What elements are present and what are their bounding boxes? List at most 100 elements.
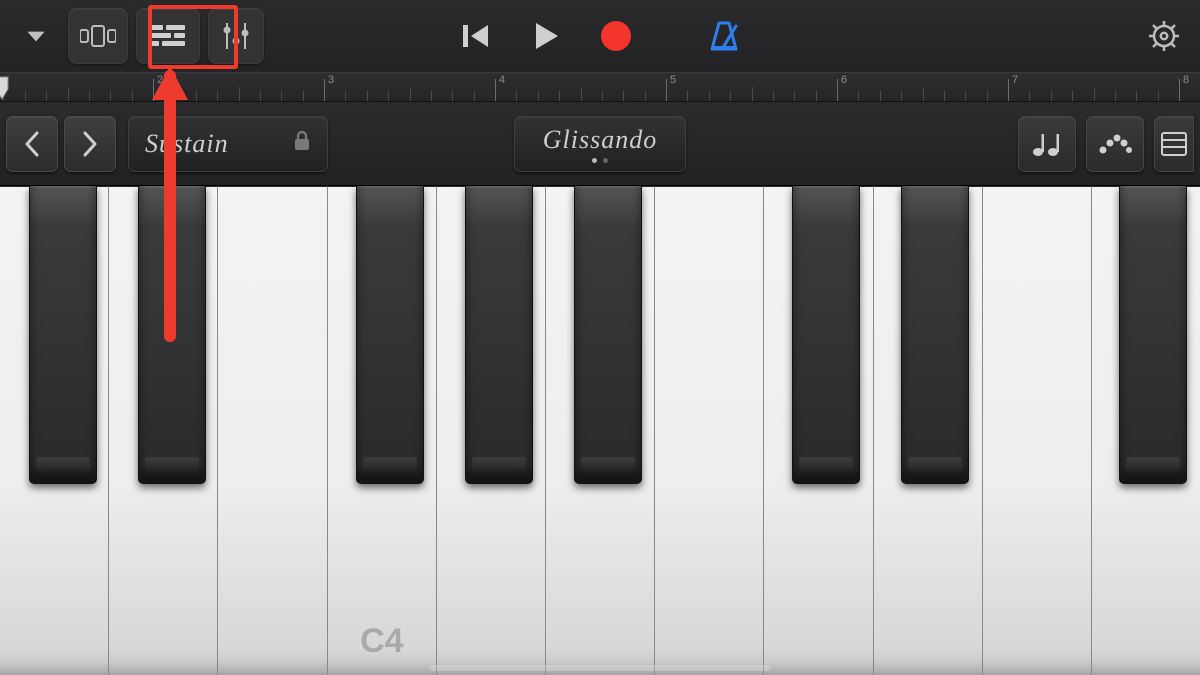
go-to-beginning-icon [461,22,491,50]
ruler-sub-tick [1029,91,1030,101]
ruler-bar-tick [666,79,667,101]
ruler-sub-tick [901,91,902,101]
piano-keyboard[interactable]: C4 [0,186,1200,675]
ruler-bar-tick [324,79,325,101]
ruler-sub-tick [730,91,731,101]
black-key[interactable] [356,186,424,484]
ruler-bar-tick [837,79,838,101]
ruler-bar-number: 7 [1012,74,1018,86]
ruler-bar-number: 2 [157,74,163,86]
ruler-sub-tick [794,91,795,101]
keyboard-controls-bar: Sustain Glissando [0,102,1200,186]
ruler-sub-tick [987,91,988,101]
keyboard-layout-icon [1161,131,1187,157]
ruler-bar-number: 5 [670,74,676,86]
black-key[interactable] [792,186,860,484]
ruler-sub-tick [452,91,453,101]
go-to-beginning-button[interactable] [449,8,503,64]
ruler-sub-tick [687,91,688,101]
settings-button[interactable] [1140,8,1188,64]
ruler-sub-tick [773,91,774,101]
keyboard-layout-button[interactable] [1154,116,1194,172]
ruler-sub-tick [303,91,304,101]
ruler-sub-tick [709,91,710,101]
ruler-sub-tick [965,91,966,101]
glissando-mode-button[interactable]: Glissando [514,116,686,172]
ruler-sub-tick [25,91,26,101]
song-sections-button[interactable] [68,8,128,64]
playhead[interactable] [0,75,10,102]
metronome-icon [707,20,741,52]
ruler-sub-tick [217,91,218,101]
ruler-sub-tick [281,91,282,101]
ruler-sub-tick [388,91,389,101]
record-button[interactable] [589,8,643,64]
metronome-button[interactable] [697,8,751,64]
ruler-sub-tick [858,91,859,101]
ruler-sub-tick [623,91,624,101]
scale-button[interactable] [1086,116,1144,172]
black-key[interactable] [901,186,969,484]
lock-icon [293,129,311,159]
ruler-sub-tick [1115,91,1116,101]
tracks-view-icon [151,24,185,48]
ruler-bar-tick [495,79,496,101]
ruler-bar-tick [153,79,154,101]
ruler-sub-tick [410,87,411,101]
black-key[interactable] [574,186,642,484]
gear-icon [1148,20,1180,52]
song-sections-icon [80,25,116,47]
ruler-sub-tick [880,91,881,101]
ruler-sub-tick [645,91,646,101]
ruler-sub-tick [174,91,175,101]
track-controls-button[interactable] [208,8,264,64]
ruler-sub-tick [345,91,346,101]
ruler-bar-number: 3 [328,74,334,86]
octave-up-button[interactable] [64,116,116,172]
ruler-sub-tick [260,91,261,101]
play-icon [532,21,560,51]
tracks-view-button[interactable] [136,8,200,64]
ruler-sub-tick [1094,87,1095,101]
ruler-sub-tick [581,87,582,101]
black-key[interactable] [1119,186,1187,484]
arpeggiator-button[interactable] [1018,116,1076,172]
timeline-ruler[interactable]: 23456789 [0,72,1200,102]
ruler-sub-tick [559,91,560,101]
black-key[interactable] [138,186,206,484]
ruler-bar-number: 4 [499,74,505,86]
ruler-sub-tick [752,87,753,101]
sustain-label: Sustain [145,129,229,159]
ruler-sub-tick [944,91,945,101]
ruler-sub-tick [367,91,368,101]
ruler-sub-tick [816,91,817,101]
octave-down-button[interactable] [6,116,58,172]
ruler-bar-number: 8 [1183,74,1189,86]
notes-icon [1031,130,1063,158]
black-key[interactable] [29,186,97,484]
record-icon [599,19,633,53]
ruler-sub-tick [196,91,197,101]
ruler-sub-tick [239,87,240,101]
ruler-sub-tick [538,91,539,101]
ruler-sub-tick [68,87,69,101]
ruler-sub-tick [602,91,603,101]
ruler-sub-tick [474,91,475,101]
ruler-sub-tick [1158,91,1159,101]
sustain-button[interactable]: Sustain [128,116,328,172]
ruler-sub-tick [923,87,924,101]
chevron-down-icon [23,23,49,49]
ruler-sub-tick [431,91,432,101]
ruler-sub-tick [46,91,47,101]
ruler-sub-tick [110,91,111,101]
black-key[interactable] [465,186,533,484]
ruler-bar-tick [1179,79,1180,101]
ruler-sub-tick [1051,91,1052,101]
ruler-sub-tick [89,91,90,101]
instrument-browser-button[interactable] [12,8,60,64]
keyboard-scroll-indicator[interactable] [430,665,770,671]
play-button[interactable] [519,8,573,64]
glissando-label: Glissando [543,125,657,155]
chevron-left-icon [23,131,41,157]
ruler-sub-tick [1072,91,1073,101]
